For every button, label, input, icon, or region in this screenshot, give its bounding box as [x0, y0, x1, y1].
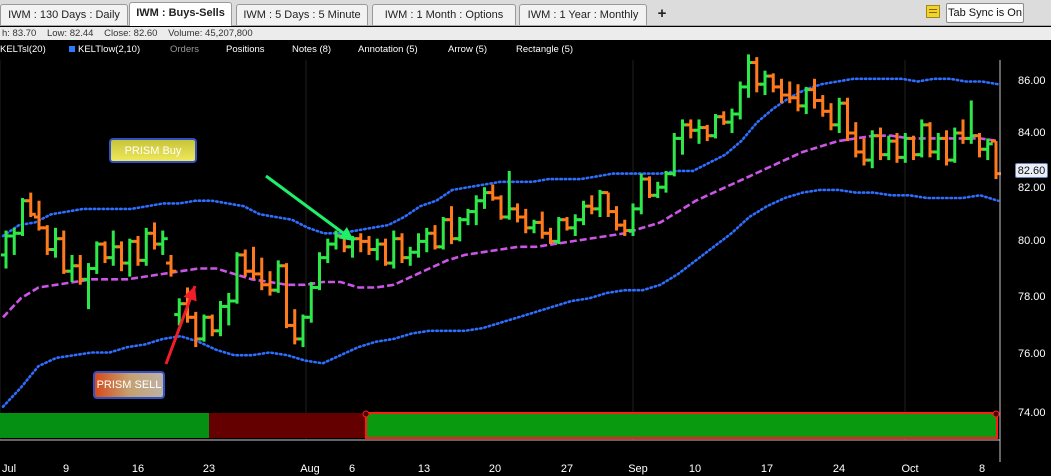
y-axis-label: 82.00	[1018, 182, 1046, 194]
y-axis-label: 80.00	[1018, 235, 1046, 247]
buy-arrow-shaft	[265, 174, 355, 243]
signal-handle	[992, 410, 1000, 418]
price-bars	[1, 54, 1001, 348]
x-axis-label: 16	[131, 463, 145, 475]
y-axis-label: 76.00	[1018, 348, 1046, 360]
x-axis-label: 17	[760, 463, 774, 475]
x-axis-label: 24	[832, 463, 846, 475]
signal-buy-segment	[366, 413, 997, 438]
prism-sell-annotation[interactable]: PRISM SELL	[93, 371, 165, 399]
y-axis-label: 86.00	[1018, 75, 1046, 87]
price-chart[interactable]	[0, 0, 1051, 476]
x-axis-label: Aug	[300, 463, 320, 475]
x-axis-label: 8	[978, 463, 986, 475]
y-axis-label: 78.00	[1018, 291, 1046, 303]
x-axis-label: 9	[62, 463, 70, 475]
x-axis-label: Oct	[901, 463, 919, 475]
x-axis-label: 23	[202, 463, 216, 475]
x-axis-label: 10	[688, 463, 702, 475]
buy-arrow	[265, 174, 355, 243]
y-axis-label: 74.00	[1018, 407, 1046, 419]
x-axis-label: 13	[417, 463, 431, 475]
signal-sell-segment	[209, 413, 366, 438]
signal-strip	[0, 410, 1000, 439]
sell-arrow	[164, 285, 197, 365]
signal-handle	[362, 410, 370, 418]
signal-buy-segment	[0, 413, 209, 438]
last-price-marker: 82.60	[1015, 163, 1048, 178]
buy-arrow-head	[338, 227, 354, 241]
x-axis-label: Jul	[1, 463, 17, 475]
x-axis-label: Sep	[628, 463, 648, 475]
x-axis-label: 20	[488, 463, 502, 475]
x-axis-label: 27	[560, 463, 574, 475]
y-axis-label: 84.00	[1018, 127, 1046, 139]
x-axis-label: 6	[348, 463, 356, 475]
prism-buy-annotation[interactable]: PRISM Buy	[109, 138, 197, 163]
